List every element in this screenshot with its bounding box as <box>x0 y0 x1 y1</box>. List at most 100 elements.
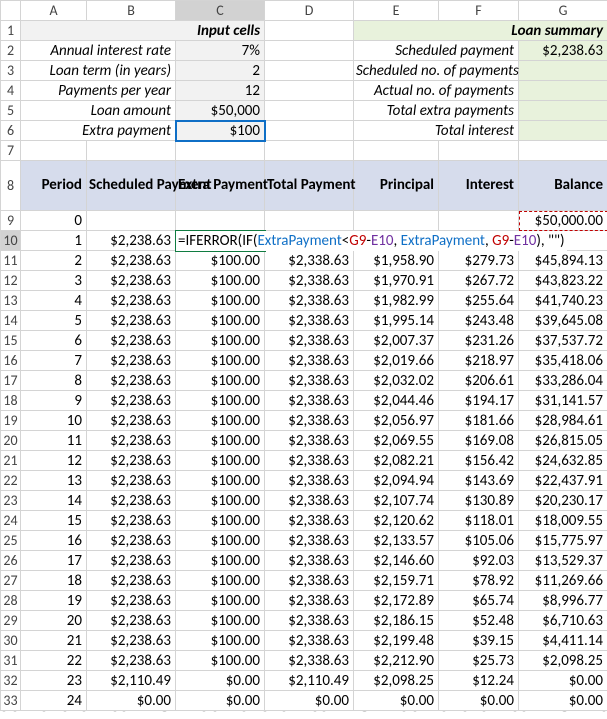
cell-B23[interactable]: $2,238.63 <box>87 491 176 511</box>
cell-C15[interactable]: $100.00 <box>176 331 265 351</box>
cell-F32[interactable]: $12.24 <box>439 671 519 691</box>
cell-F24[interactable]: $118.01 <box>439 511 519 531</box>
cell-D9[interactable] <box>265 211 354 231</box>
label-total-extra[interactable]: Total extra payments <box>354 101 519 121</box>
cell-E24[interactable]: $2,120.62 <box>354 511 439 531</box>
row-header-27[interactable]: 27 <box>1 571 21 591</box>
row-header-20[interactable]: 20 <box>1 431 21 451</box>
cell-C32[interactable]: $0.00 <box>176 671 265 691</box>
cell-A31[interactable]: 22 <box>21 651 87 671</box>
formula-editor[interactable]: =IFERROR(IF(ExtraPayment<G9-E10, ExtraPa… <box>176 231 265 251</box>
cell-G11[interactable]: $45,894.13 <box>519 251 607 271</box>
cell-E28[interactable]: $2,172.89 <box>354 591 439 611</box>
cell-A27[interactable]: 18 <box>21 571 87 591</box>
cell-D3[interactable] <box>265 61 354 81</box>
row-header-28[interactable]: 28 <box>1 591 21 611</box>
cell-C25[interactable]: $100.00 <box>176 531 265 551</box>
cell-B33[interactable]: $0.00 <box>87 691 176 711</box>
row-header-29[interactable]: 29 <box>1 611 21 631</box>
cell-B16[interactable]: $2,238.63 <box>87 351 176 371</box>
label-scheduled-count[interactable]: Scheduled no. of payments <box>354 61 519 81</box>
cell-E18[interactable]: $2,044.46 <box>354 391 439 411</box>
cell-E13[interactable]: $1,982.99 <box>354 291 439 311</box>
cell-B24[interactable]: $2,238.63 <box>87 511 176 531</box>
cell-B14[interactable]: $2,238.63 <box>87 311 176 331</box>
cell-F27[interactable]: $78.92 <box>439 571 519 591</box>
col-header-F[interactable]: F <box>439 1 519 21</box>
col-header-D[interactable]: D <box>265 1 354 21</box>
cell-A20[interactable]: 11 <box>21 431 87 451</box>
cell-E12[interactable]: $1,970.91 <box>354 271 439 291</box>
cell-B13[interactable]: $2,238.63 <box>87 291 176 311</box>
cell-F28[interactable]: $65.74 <box>439 591 519 611</box>
cell-G26[interactable]: $13,529.37 <box>519 551 607 571</box>
cell-G21[interactable]: $24,632.85 <box>519 451 607 471</box>
cell-G24[interactable]: $18,009.55 <box>519 511 607 531</box>
cell-D2[interactable] <box>265 41 354 61</box>
cell-D20[interactable]: $2,338.63 <box>265 431 354 451</box>
cell-F13[interactable]: $255.64 <box>439 291 519 311</box>
value-scheduled-payment[interactable]: $2,238.63 <box>519 41 607 61</box>
cell-F7[interactable] <box>439 141 519 161</box>
cell-E30[interactable]: $2,199.48 <box>354 631 439 651</box>
cell-F11[interactable]: $279.73 <box>439 251 519 271</box>
cell-F21[interactable]: $156.42 <box>439 451 519 471</box>
cell-E26[interactable]: $2,146.60 <box>354 551 439 571</box>
cell-E29[interactable]: $2,186.15 <box>354 611 439 631</box>
row-header-10[interactable]: 10 <box>1 231 21 251</box>
cell-A15[interactable]: 6 <box>21 331 87 351</box>
cell-C31[interactable]: $100.00 <box>176 651 265 671</box>
label-total-interest[interactable]: Total interest <box>354 121 519 141</box>
value-actual-count[interactable] <box>519 81 607 101</box>
cell-B18[interactable]: $2,238.63 <box>87 391 176 411</box>
cell-D12[interactable]: $2,338.63 <box>265 271 354 291</box>
row-header-22[interactable]: 22 <box>1 471 21 491</box>
cell-B20[interactable]: $2,238.63 <box>87 431 176 451</box>
cell-C29[interactable]: $100.00 <box>176 611 265 631</box>
row-header-21[interactable]: 21 <box>1 451 21 471</box>
cell-D1[interactable] <box>265 21 354 41</box>
cell-C30[interactable]: $100.00 <box>176 631 265 651</box>
cell-D11[interactable]: $2,338.63 <box>265 251 354 271</box>
label-annual-rate[interactable]: Annual interest rate <box>21 41 176 61</box>
row-header-17[interactable]: 17 <box>1 371 21 391</box>
cell-F9[interactable] <box>439 211 519 231</box>
cell-B28[interactable]: $2,238.63 <box>87 591 176 611</box>
row-header-32[interactable]: 32 <box>1 671 21 691</box>
cell-D25[interactable]: $2,338.63 <box>265 531 354 551</box>
cell-A11[interactable]: 2 <box>21 251 87 271</box>
cell-F26[interactable]: $92.03 <box>439 551 519 571</box>
label-loan-term[interactable]: Loan term (in years) <box>21 61 176 81</box>
cell-D22[interactable]: $2,338.63 <box>265 471 354 491</box>
cell-C14[interactable]: $100.00 <box>176 311 265 331</box>
col-header-B[interactable]: B <box>87 1 176 21</box>
row-header-8[interactable]: 8 <box>1 161 21 211</box>
header-balance[interactable]: Balance <box>519 161 607 211</box>
cell-B11[interactable]: $2,238.63 <box>87 251 176 271</box>
cell-D4[interactable] <box>265 81 354 101</box>
title-loan-summary[interactable]: Loan summary <box>354 21 607 41</box>
header-total[interactable]: Total Payment <box>265 161 354 211</box>
cell-B15[interactable]: $2,238.63 <box>87 331 176 351</box>
cell-B27[interactable]: $2,238.63 <box>87 571 176 591</box>
cell-D24[interactable]: $2,338.63 <box>265 511 354 531</box>
cell-C19[interactable]: $100.00 <box>176 411 265 431</box>
cell-C27[interactable]: $100.00 <box>176 571 265 591</box>
cell-G15[interactable]: $37,537.72 <box>519 331 607 351</box>
row-header-14[interactable]: 14 <box>1 311 21 331</box>
cell-A16[interactable]: 7 <box>21 351 87 371</box>
cell-F16[interactable]: $218.97 <box>439 351 519 371</box>
row-header-7[interactable]: 7 <box>1 141 21 161</box>
corner-cell[interactable] <box>1 1 21 21</box>
row-header-3[interactable]: 3 <box>1 61 21 81</box>
value-total-interest[interactable] <box>519 121 607 141</box>
label-actual-count[interactable]: Actual no. of payments <box>354 81 519 101</box>
cell-E7[interactable] <box>354 141 439 161</box>
cell-E31[interactable]: $2,212.90 <box>354 651 439 671</box>
cell-C33[interactable]: $0.00 <box>176 691 265 711</box>
cell-D13[interactable]: $2,338.63 <box>265 291 354 311</box>
cell-D5[interactable] <box>265 101 354 121</box>
title-input-cells[interactable]: Input cells <box>21 21 265 41</box>
row-header-30[interactable]: 30 <box>1 631 21 651</box>
input-payments-per-year[interactable]: 12 <box>176 81 265 101</box>
